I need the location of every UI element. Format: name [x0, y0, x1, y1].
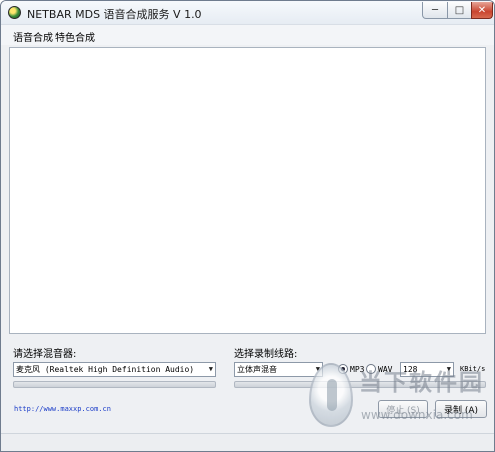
close-icon: ✕ [477, 4, 487, 16]
bitrate-select[interactable]: 128 ▼ [400, 362, 454, 377]
bitrate-unit: KBit/s [460, 365, 486, 373]
format-wav-option[interactable]: WAV [366, 364, 392, 374]
window-title: NETBAR MDS 语音合成服务 V 1.0 [27, 8, 202, 21]
mixer-label: 请选择混音器: [13, 349, 77, 360]
line-select-value: 立体声混音 [237, 365, 277, 374]
status-bar [1, 433, 494, 451]
app-window: NETBAR MDS 语音合成服务 V 1.0 ─ □ ✕ 语音合成 特色合成 … [0, 0, 495, 452]
wav-label: WAV [378, 364, 393, 374]
mixer-level-bar [13, 381, 216, 388]
maximize-button[interactable]: □ [447, 2, 472, 19]
maximize-icon: □ [454, 4, 465, 16]
title-bar[interactable]: NETBAR MDS 语音合成服务 V 1.0 ─ □ ✕ [1, 1, 494, 25]
chevron-down-icon: ▼ [208, 365, 213, 373]
close-button[interactable]: ✕ [471, 2, 493, 19]
main-content-area[interactable] [9, 47, 486, 334]
wav-radio[interactable] [366, 364, 376, 374]
website-link[interactable]: http://www.maxxp.com.cn [14, 405, 111, 413]
mixer-select[interactable]: 麦克风 (Realtek High Definition Audio) ▼ [13, 362, 216, 377]
radio-dot [341, 367, 345, 371]
mixer-select-value: 麦克风 (Realtek High Definition Audio) [16, 365, 195, 374]
format-mp3-option[interactable]: MP3 [338, 364, 364, 374]
menu-bar: 语音合成 特色合成 [1, 25, 494, 45]
record-button[interactable]: 录制 (A) [435, 400, 487, 418]
line-level-bar [234, 381, 486, 388]
line-select[interactable]: 立体声混音 ▼ [234, 362, 323, 377]
chevron-down-icon: ▼ [315, 365, 320, 373]
bitrate-select-value: 128 [403, 365, 418, 374]
menu-item-special-synthesis[interactable]: 特色合成 [55, 29, 95, 44]
menu-item-speech-synthesis[interactable]: 语音合成 [13, 29, 53, 44]
mp3-label: MP3 [350, 364, 365, 374]
chevron-down-icon: ▼ [446, 365, 451, 373]
app-logo-icon [8, 6, 21, 19]
stop-button[interactable]: 停止 (S) [378, 400, 428, 418]
minimize-icon: ─ [431, 4, 439, 16]
minimize-button[interactable]: ─ [422, 2, 448, 19]
mp3-radio[interactable] [338, 364, 348, 374]
line-label: 选择录制线路: [234, 349, 298, 360]
